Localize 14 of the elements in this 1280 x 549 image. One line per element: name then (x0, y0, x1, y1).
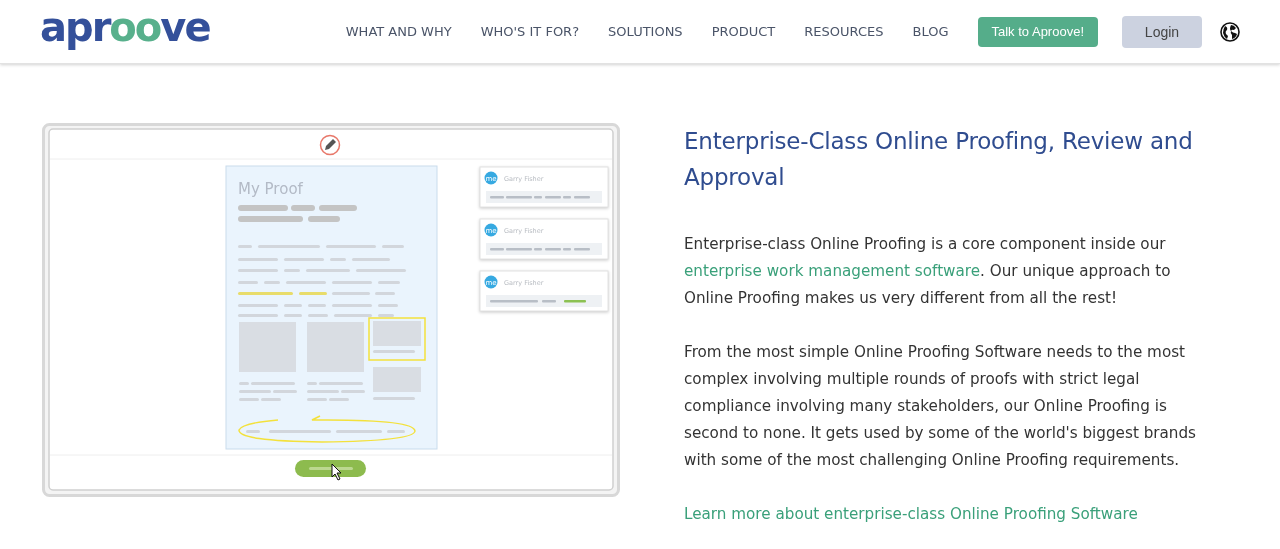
nav-link[interactable]: WHAT AND WHY (345, 24, 452, 39)
nav-link[interactable]: RESOURCES (804, 24, 884, 39)
globe-icon[interactable] (1220, 21, 1240, 42)
article-title: Enterprise-Class Online Proofing, Review and Approval (684, 127, 1194, 192)
cursor-icon (331, 463, 342, 481)
nav-link[interactable]: SOLUTIONS (608, 24, 683, 39)
intro-paragraph: Enterprise-class Online Proofing is a core component inside our enterprise work management software. Our unique approach to Online Proofing makes us very different from all the rest! (684, 234, 1172, 309)
nav-link[interactable]: PRODUCT (711, 24, 776, 39)
nav-link[interactable]: BLOG (912, 24, 949, 39)
nav-link[interactable]: WHO'S IT FOR? (480, 24, 580, 39)
pencil-icon (319, 134, 341, 156)
proof-title: My Proof (238, 180, 303, 198)
body-paragraph: From the most simple Online Proofing Software needs to the most complex involving multiple rounds of proofs with strict legal compliance involving many stakeholders, our Online Proofing is second to none. It gets used by some of the world's biggest brands with some of the most challenging Online Proofing requirements. (684, 342, 1198, 471)
login-button[interactable]: Login (1122, 15, 1202, 48)
